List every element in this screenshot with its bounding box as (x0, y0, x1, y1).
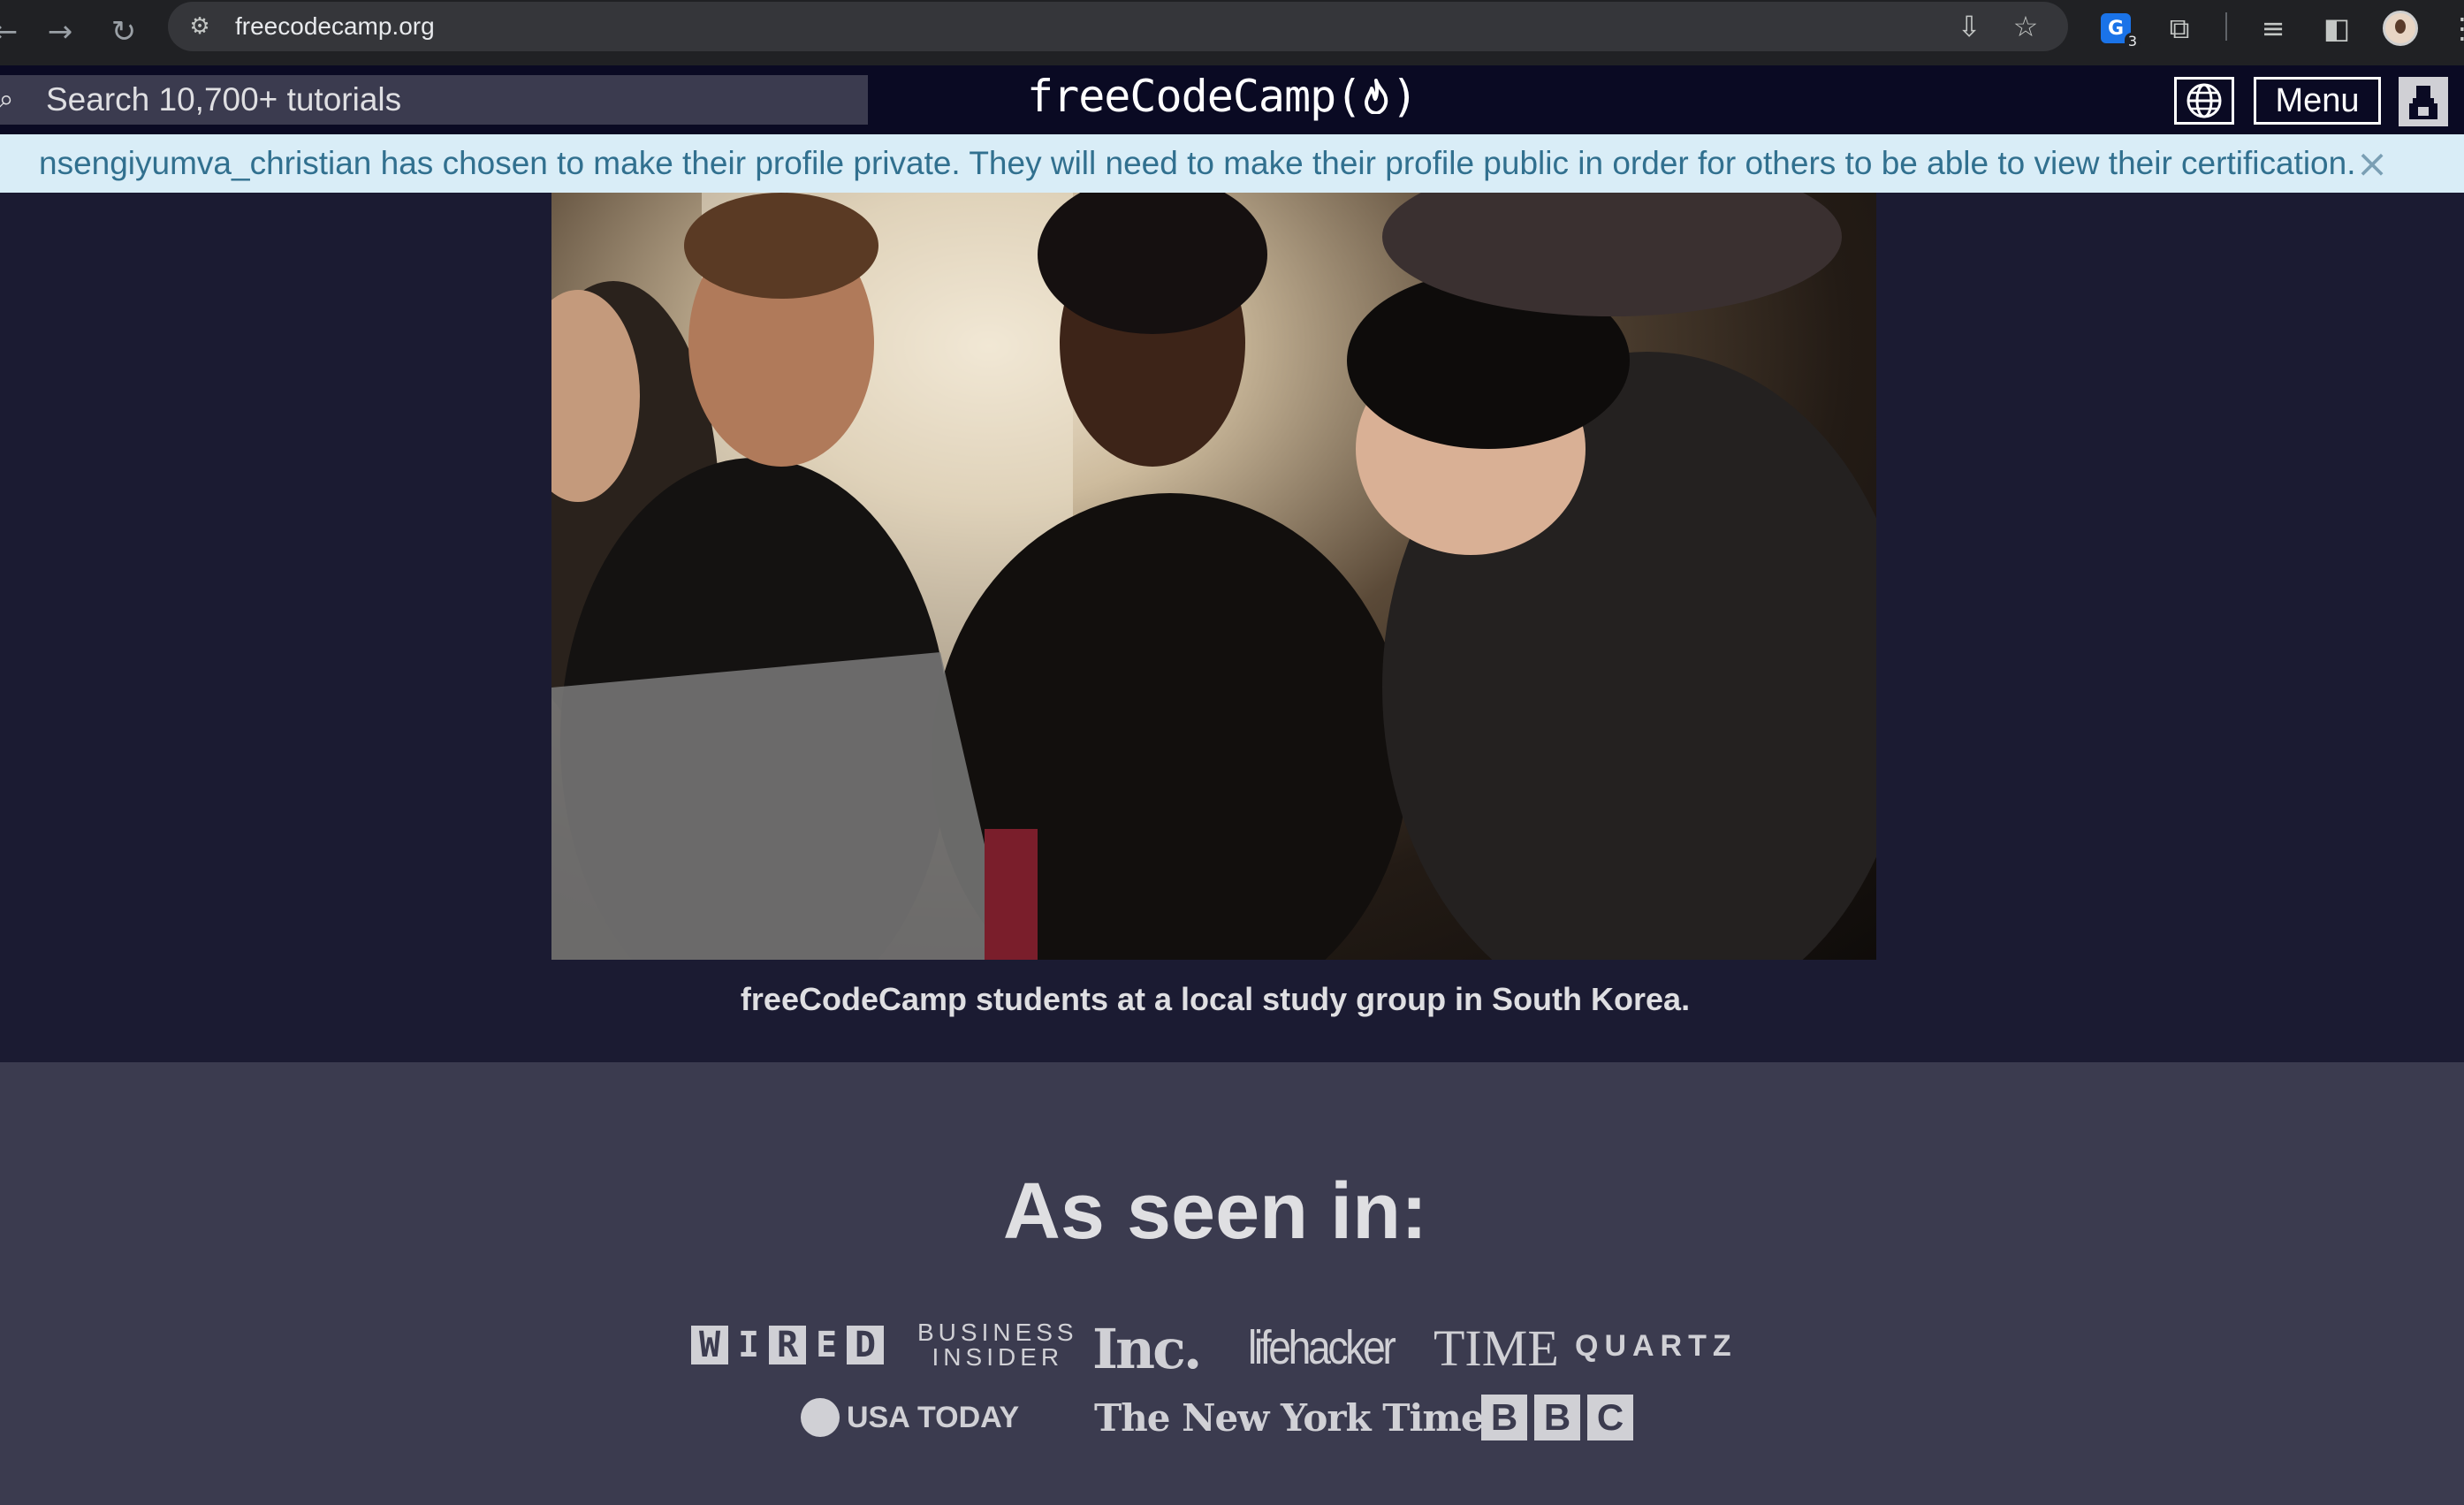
bbc-letter: B (1534, 1395, 1580, 1440)
business-insider-line2: INSIDER (932, 1343, 1064, 1371)
bbc-logo: B B C (1481, 1395, 1633, 1440)
site-navbar: ⌕ freeCodeCamp ( ) Menu (0, 65, 2464, 134)
search-bar[interactable]: ⌕ (0, 75, 868, 125)
browser-toolbar: ← → ↻ ⚙ freecodecamp.org ⇩ ☆ G 3 ⧉ ≡ ◧ ⋮ (0, 0, 2464, 65)
business-insider-logo: BUSINESS INSIDER (917, 1320, 1078, 1370)
wired-letter: R (769, 1325, 806, 1365)
back-icon[interactable]: ← (0, 7, 30, 57)
inc-logo: Inc. (1092, 1317, 1202, 1381)
quartz-logo: QUARTZ (1575, 1329, 1738, 1363)
globe-icon (2186, 83, 2222, 118)
search-input[interactable] (46, 75, 841, 125)
photo-caption: freeCodeCamp students at a local study g… (740, 981, 1691, 1017)
bookmark-star-icon[interactable]: ☆ (2008, 9, 2043, 44)
usa-today-logo: USA TODAY (801, 1398, 1019, 1437)
wired-logo: W I R E D (691, 1325, 884, 1365)
extension-icon[interactable]: G 3 (2093, 5, 2141, 51)
forward-icon[interactable]: → (35, 7, 85, 57)
side-panel-icon[interactable]: ◧ (2314, 5, 2360, 51)
as-seen-in-title: As seen in: (1002, 1167, 1428, 1256)
usa-today-dot-icon (801, 1398, 840, 1437)
address-bar[interactable]: ⚙ freecodecamp.org ⇩ ☆ (168, 2, 2068, 51)
language-button[interactable] (2174, 77, 2234, 125)
url-text[interactable]: freecodecamp.org (235, 12, 435, 41)
bbc-letter: C (1587, 1395, 1633, 1440)
reload-icon[interactable]: ↻ (99, 7, 148, 57)
alert-message: nsengiyumva_christian has chosen to make… (39, 145, 2356, 181)
logo-text: freeCodeCamp (1027, 71, 1336, 122)
menu-button[interactable]: Menu (2254, 77, 2381, 125)
as-seen-in-section: As seen in: W I R E D BUSINESS INSIDER I… (0, 1062, 2464, 1505)
wired-letter: I (737, 1325, 760, 1365)
install-app-icon[interactable]: ⇩ (1951, 9, 1987, 44)
bbc-letter: B (1481, 1395, 1527, 1440)
user-avatar-button[interactable] (2399, 77, 2448, 126)
wired-letter: E (815, 1325, 838, 1365)
browser-menu-icon[interactable]: ⋮ (2439, 5, 2464, 51)
study-group-photo (551, 193, 1876, 960)
toolbar-divider (2225, 12, 2227, 41)
site-info-icon[interactable]: ⚙ (184, 11, 216, 42)
close-icon[interactable]: × (2354, 141, 2390, 186)
profile-icon[interactable] (2377, 5, 2423, 51)
wired-letter: W (691, 1325, 728, 1365)
extension-badge: 3 (2124, 33, 2141, 49)
wired-letter: D (847, 1325, 884, 1365)
usa-today-text: USA TODAY (847, 1400, 1020, 1434)
business-insider-line1: BUSINESS (917, 1319, 1078, 1346)
camper-avatar-icon (2409, 86, 2437, 119)
profile-private-alert: nsengiyumva_christian has chosen to make… (0, 134, 2464, 193)
logo-paren-open: ( (1335, 71, 1362, 122)
search-icon: ⌕ (0, 83, 14, 115)
nyt-logo: The New York Times (1094, 1396, 1504, 1440)
time-logo: TIME (1434, 1319, 1559, 1377)
extensions-puzzle-icon[interactable]: ⧉ (2156, 5, 2202, 51)
profile-avatar (2383, 11, 2418, 46)
lifehacker-logo: lifehacker (1248, 1321, 1396, 1374)
study-group-section: freeCodeCamp students at a local study g… (0, 193, 2464, 1062)
site-logo[interactable]: freeCodeCamp ( ) (1027, 71, 1418, 122)
logo-paren-close: ) (1391, 71, 1418, 122)
media-control-icon[interactable]: ≡ (2250, 5, 2296, 51)
flame-icon (1363, 79, 1389, 114)
